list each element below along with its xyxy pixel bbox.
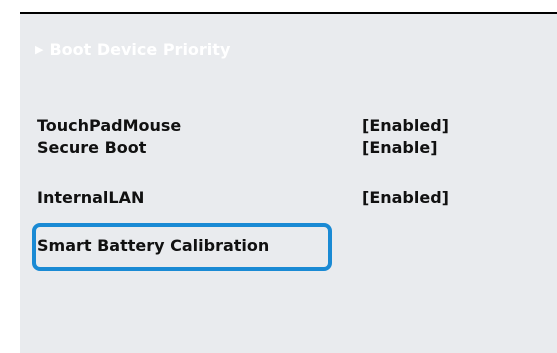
setting-value[interactable]: [Enable] xyxy=(362,138,438,157)
setting-label: InternalLAN xyxy=(37,188,145,207)
setting-label: Secure Boot xyxy=(37,138,147,157)
setting-value[interactable]: [Enabled] xyxy=(362,116,449,135)
setting-label: TouchPadMouse xyxy=(37,116,182,135)
triangle-right-icon: ▶ xyxy=(35,43,44,56)
smart-battery-calibration-item[interactable]: Smart Battery Calibration xyxy=(37,236,269,255)
setting-value[interactable]: [Enabled] xyxy=(362,188,449,207)
boot-device-priority-label: Boot Device Priority xyxy=(49,40,231,59)
bios-settings-panel: ▶ Boot Device Priority TouchPadMouse [En… xyxy=(20,12,557,353)
boot-device-priority-item[interactable]: ▶ Boot Device Priority xyxy=(35,40,230,59)
